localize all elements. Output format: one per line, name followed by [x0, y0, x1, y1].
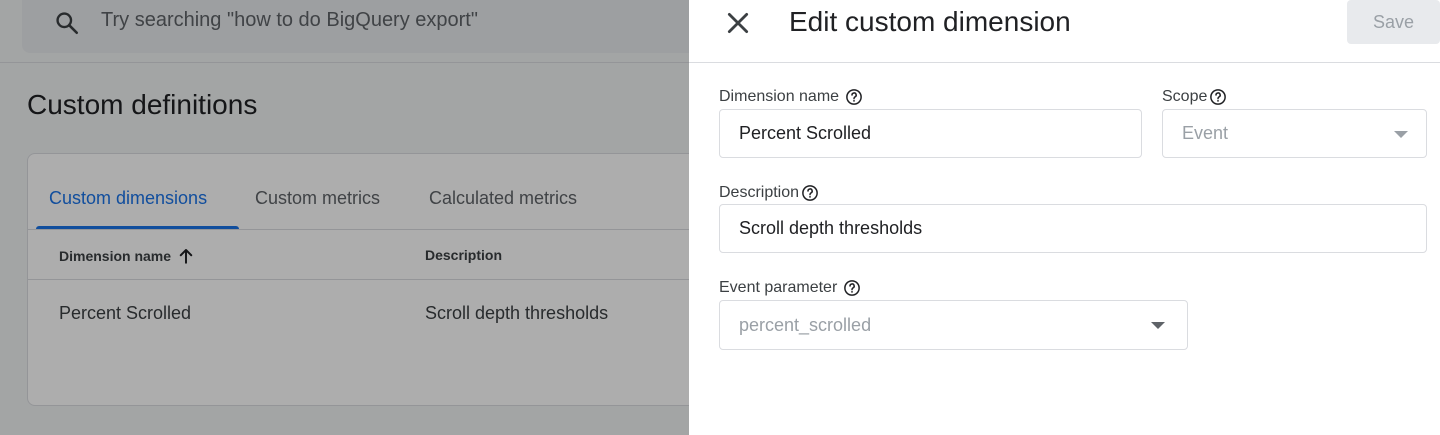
save-button[interactable]: Save — [1347, 0, 1440, 44]
event-parameter-value: percent_scrolled — [739, 314, 872, 335]
event-parameter-label: Event parameter — [719, 279, 861, 297]
event-parameter-select[interactable]: percent_scrolled — [719, 300, 1188, 350]
description-label: Description — [719, 184, 819, 202]
chevron-down-icon[interactable] — [1151, 322, 1165, 329]
help-icon[interactable] — [845, 88, 863, 106]
event-parameter-label-text: Event parameter — [719, 279, 838, 296]
scope-label-text: Scope — [1162, 88, 1208, 105]
close-icon[interactable] — [725, 10, 751, 36]
dimension-name-input[interactable]: Percent Scrolled — [719, 109, 1142, 158]
description-input[interactable]: Scroll depth thresholds — [719, 204, 1427, 253]
chevron-down-icon — [1394, 131, 1408, 138]
dimension-name-label-text: Dimension name — [719, 88, 840, 105]
help-icon[interactable] — [1209, 88, 1227, 106]
description-label-text: Description — [719, 184, 800, 201]
help-icon[interactable] — [801, 184, 819, 202]
panel-title: Edit custom dimension — [789, 6, 1071, 37]
scope-value: Event — [1182, 123, 1229, 143]
scope-label: Scope — [1162, 88, 1227, 106]
dimension-name-label: Dimension name — [719, 88, 863, 106]
edit-dimension-panel: Edit custom dimension Save Dimension nam… — [689, 0, 1440, 435]
scope-select: Event — [1162, 109, 1427, 158]
help-icon[interactable] — [843, 279, 861, 297]
panel-header: Edit custom dimension Save — [689, 0, 1440, 63]
